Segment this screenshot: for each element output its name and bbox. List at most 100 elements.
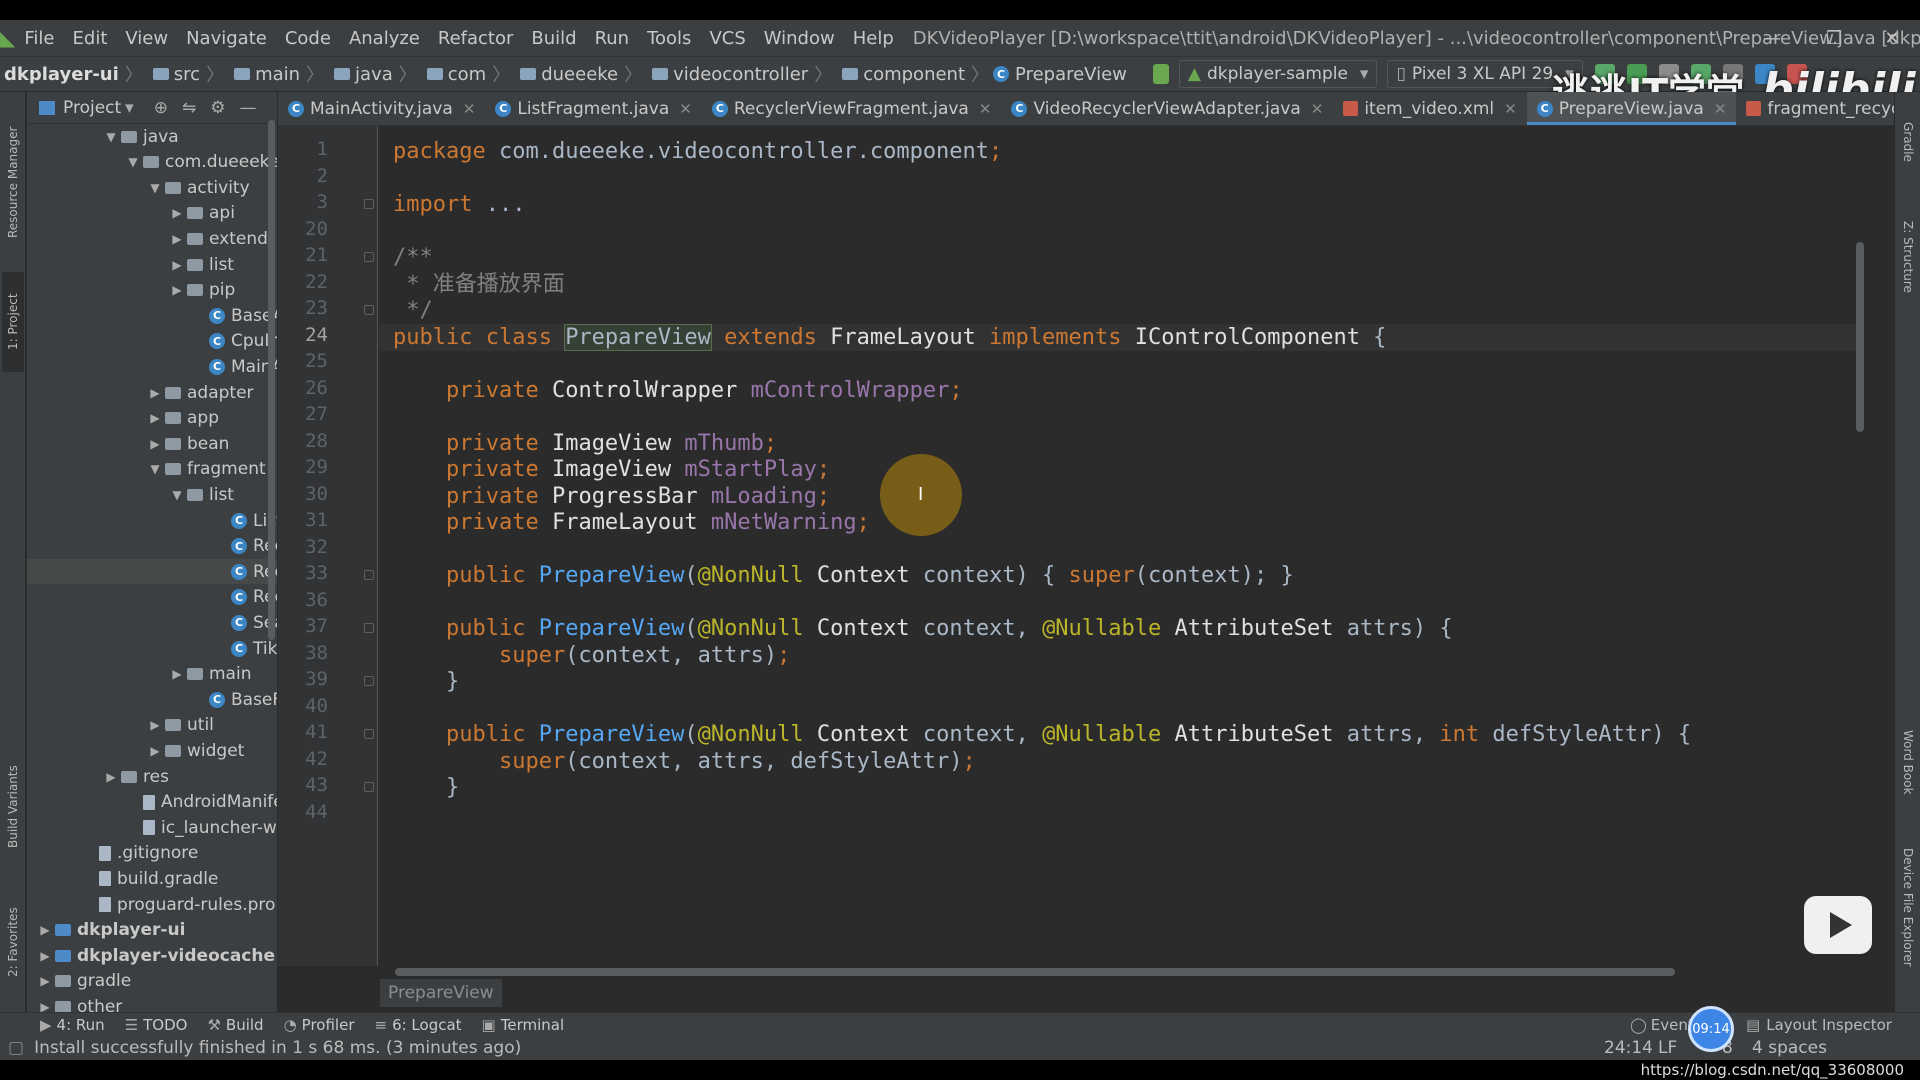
tree-item[interactable]: ▶ pip xyxy=(27,278,277,303)
run-config-select[interactable]: ▲ dkplayer-sample ▾ xyxy=(1178,60,1378,88)
expand-down-icon[interactable]: ▼ xyxy=(101,130,121,144)
expand-down-icon[interactable]: ▼ xyxy=(167,488,187,502)
indent-setting[interactable]: 4 spaces xyxy=(1752,1038,1827,1058)
tree-item[interactable]: ▶ bean xyxy=(27,431,277,456)
breadcrumb-item[interactable]: dueeeke 〉 xyxy=(510,61,642,87)
menu-analyze[interactable]: Analyze xyxy=(340,28,429,49)
breadcrumb-item[interactable]: src 〉 xyxy=(143,61,224,87)
editor-tab[interactable]: C MainActivity.java ✕ xyxy=(278,92,485,125)
tree-item[interactable]: CCpuInf xyxy=(27,329,277,354)
editor-breadcrumb[interactable]: PrepareView xyxy=(380,979,502,1007)
menu-refactor[interactable]: Refactor xyxy=(429,28,523,49)
tree-item[interactable]: ▶ adapter xyxy=(27,380,277,405)
status-toggle-icon[interactable]: ▢ xyxy=(8,1038,24,1058)
tree-item[interactable]: ▶ extend xyxy=(27,226,277,251)
bottom-tool--logcat[interactable]: ≡ 6: Logcat xyxy=(374,1016,461,1034)
expand-right-icon[interactable]: ▶ xyxy=(145,386,165,400)
menu-vcs[interactable]: VCS xyxy=(700,28,754,49)
expand-down-icon[interactable]: ▼ xyxy=(145,181,165,195)
editor-tab[interactable]: C RecyclerViewFragment.java ✕ xyxy=(702,92,1002,125)
expand-right-icon[interactable]: ▶ xyxy=(145,411,165,425)
breadcrumb-item[interactable]: main 〉 xyxy=(224,61,324,87)
fold-icon[interactable] xyxy=(364,729,374,739)
tree-item[interactable]: ▼ activity xyxy=(27,175,277,200)
expand-right-icon[interactable]: ▶ xyxy=(35,949,55,963)
tree-item[interactable]: ▶ other xyxy=(27,994,277,1012)
line-separator[interactable]: LF xyxy=(1658,1038,1677,1058)
close-icon[interactable]: ✕ xyxy=(1868,20,1916,56)
fold-icon[interactable] xyxy=(364,252,374,262)
tree-item[interactable]: ▶ api xyxy=(27,201,277,226)
editor-tab[interactable]: C PrepareView.java ✕ xyxy=(1526,92,1737,125)
menu-code[interactable]: Code xyxy=(276,28,340,49)
tree-item[interactable]: CMainAc xyxy=(27,354,277,379)
close-tab-icon[interactable]: ✕ xyxy=(679,100,692,118)
fold-icon[interactable] xyxy=(364,782,374,792)
close-tab-icon[interactable]: ✕ xyxy=(1504,100,1517,118)
expand-right-icon[interactable]: ▶ xyxy=(167,232,187,246)
tool-build-variants[interactable]: Build Variants xyxy=(2,752,24,862)
tool-favorites[interactable]: 2: Favorites xyxy=(2,892,24,992)
fold-icon[interactable] xyxy=(364,305,374,315)
tree-item[interactable]: CRecy xyxy=(27,585,277,610)
tree-item[interactable]: AndroidManifes xyxy=(27,790,277,815)
tree-item[interactable]: ▶ main xyxy=(27,662,277,687)
expand-right-icon[interactable]: ▶ xyxy=(167,258,187,272)
breadcrumb-item[interactable]: com 〉 xyxy=(417,61,510,87)
expand-right-icon[interactable]: ▶ xyxy=(145,437,165,451)
menu-window[interactable]: Window xyxy=(755,28,844,49)
bottom-tool-todo[interactable]: ☰ TODO xyxy=(125,1016,188,1034)
tree-item[interactable]: ▼ list xyxy=(27,482,277,507)
tree-item[interactable]: ▶ list xyxy=(27,252,277,277)
tree-item[interactable]: CRecy xyxy=(27,534,277,559)
restore-icon[interactable]: ❐ xyxy=(1810,20,1858,56)
tree-item[interactable]: ▼ java xyxy=(27,124,277,149)
expand-right-icon[interactable]: ▶ xyxy=(35,974,55,988)
collapse-icon[interactable]: ⇋ xyxy=(182,98,196,118)
menu-navigate[interactable]: Navigate xyxy=(177,28,276,49)
menu-file[interactable]: File xyxy=(15,28,63,49)
locate-icon[interactable]: ⊕ xyxy=(154,98,168,118)
fold-icon[interactable] xyxy=(364,199,374,209)
project-view-select[interactable]: Project xyxy=(63,98,121,118)
tree-item[interactable]: proguard-rules.pro xyxy=(27,892,277,917)
tool-structure[interactable]: Z: Structure xyxy=(1897,202,1919,312)
tree-item[interactable]: ic_launcher-web xyxy=(27,815,277,840)
event-log-button[interactable]: ◯ Event xyxy=(1630,1016,1694,1034)
breadcrumb-item[interactable]: java 〉 xyxy=(324,61,417,87)
close-tab-icon[interactable]: ✕ xyxy=(979,100,992,118)
tree-item[interactable]: ▶ widget xyxy=(27,738,277,763)
menu-run[interactable]: Run xyxy=(586,28,639,49)
expand-right-icon[interactable]: ▶ xyxy=(145,744,165,758)
tree-item[interactable]: CRecy xyxy=(27,559,277,585)
expand-right-icon[interactable]: ▶ xyxy=(145,718,165,732)
tree-item[interactable]: CSear xyxy=(27,610,277,635)
fold-icon[interactable] xyxy=(364,623,374,633)
tree-item[interactable]: ▶ app xyxy=(27,406,277,431)
tool-resource-manager[interactable]: Resource Manager xyxy=(2,112,24,252)
tree-item[interactable]: C BaseFra xyxy=(27,687,277,712)
expand-right-icon[interactable]: ▶ xyxy=(35,1000,55,1012)
tool-gradle[interactable]: Gradle xyxy=(1897,102,1919,182)
menu-build[interactable]: Build xyxy=(522,28,585,49)
editor-tab[interactable]: C ListFragment.java ✕ xyxy=(485,92,702,125)
bottom-tool-terminal[interactable]: ▣ Terminal xyxy=(482,1016,565,1034)
menu-edit[interactable]: Edit xyxy=(64,28,117,49)
tree-item[interactable]: ▶ gradle xyxy=(27,969,277,994)
close-tab-icon[interactable]: ✕ xyxy=(463,100,476,118)
tree-item[interactable]: CBaseAc xyxy=(27,303,277,328)
caret-position[interactable]: 24:14 xyxy=(1604,1038,1653,1058)
menu-help[interactable]: Help xyxy=(844,28,903,49)
gear-icon[interactable]: ⚙ xyxy=(210,98,225,118)
hide-icon[interactable]: — xyxy=(239,98,256,118)
tree-item[interactable]: ▶ dkplayer-ui xyxy=(27,918,277,943)
expand-right-icon[interactable]: ▶ xyxy=(167,667,187,681)
tool-device-file-explorer[interactable]: Device File Explorer xyxy=(1897,832,1919,982)
breadcrumb-item[interactable]: component 〉 xyxy=(832,61,989,87)
menu-tools[interactable]: Tools xyxy=(638,28,700,49)
bottom-tool-build[interactable]: ⚒ Build xyxy=(207,1016,263,1034)
editor-tab[interactable]: item_video.xml ✕ xyxy=(1333,92,1526,125)
expand-right-icon[interactable]: ▶ xyxy=(35,923,55,937)
bottom-tool-profiler[interactable]: ◔ Profiler xyxy=(284,1016,355,1034)
tree-item[interactable]: .gitignore xyxy=(27,841,277,866)
